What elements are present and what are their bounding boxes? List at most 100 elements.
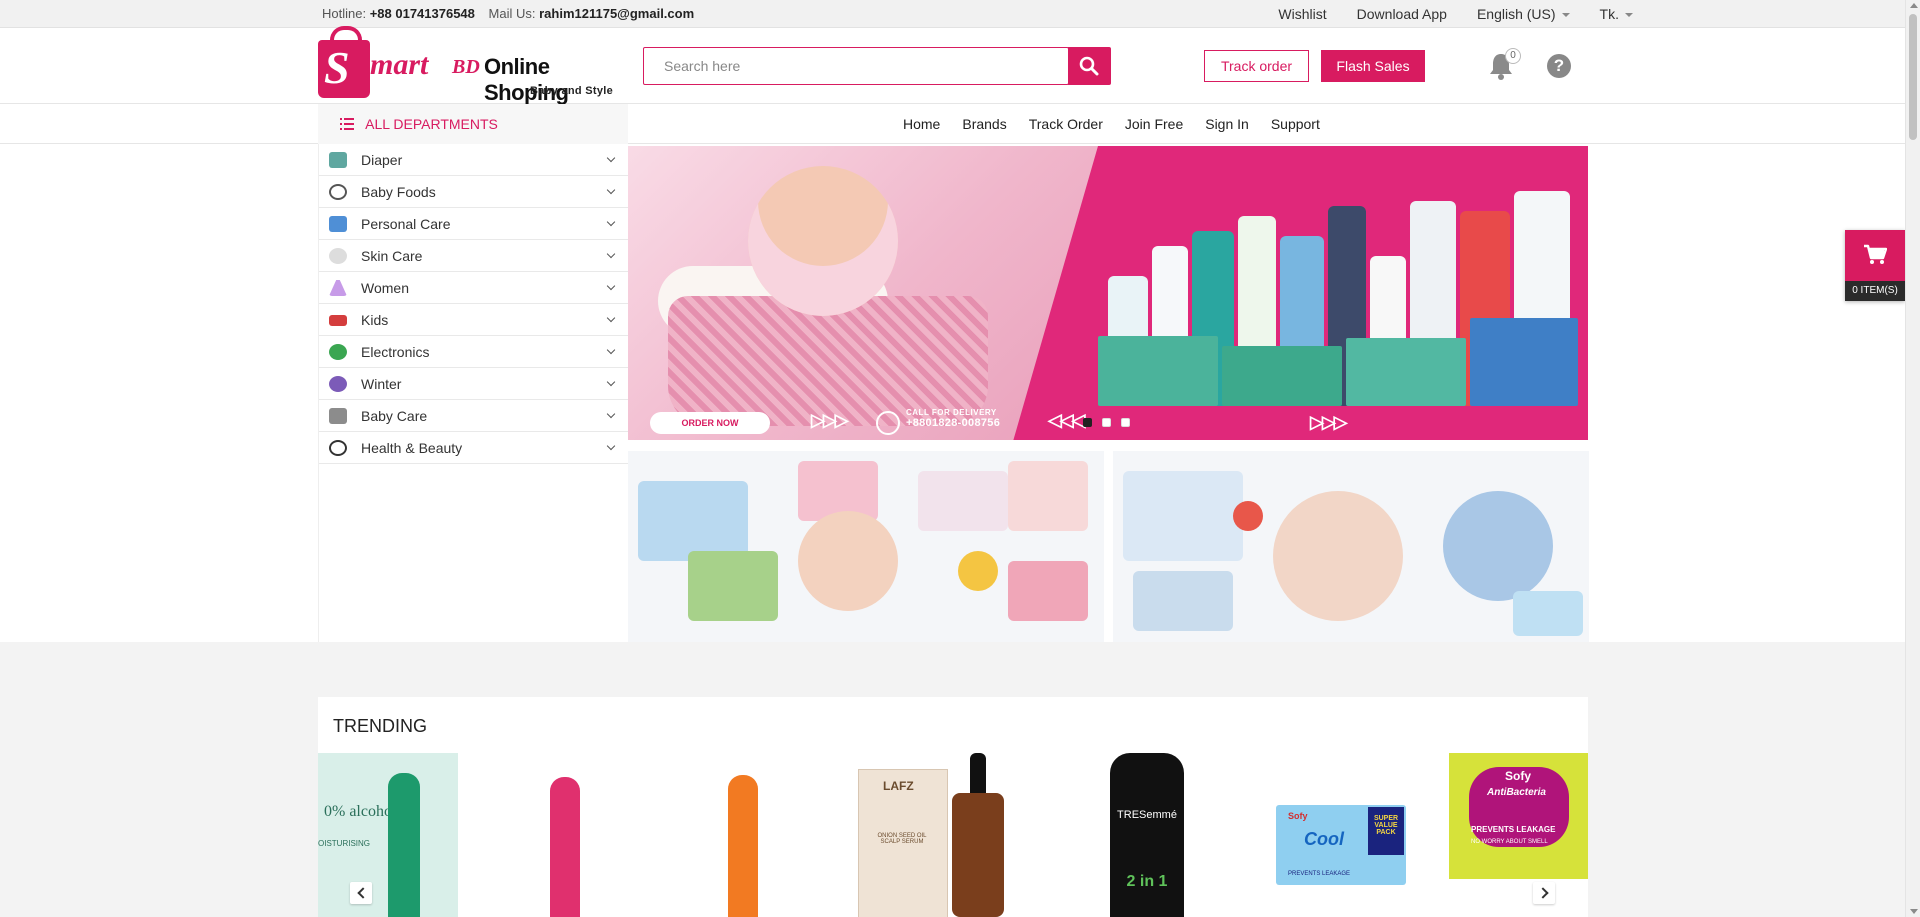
skin-care-icon [329, 248, 347, 264]
product-image [388, 773, 420, 917]
wishlist-link[interactable]: Wishlist [1278, 6, 1326, 22]
toy-image [958, 551, 998, 591]
teddy-bear-image [1443, 491, 1553, 601]
baby-image [1273, 491, 1403, 621]
trending-item[interactable] [494, 753, 634, 917]
logo-tagline: Baby and Style [530, 85, 614, 97]
alcohol-text: 0% alcohol [324, 803, 397, 820]
arrows-decoration: ▷▷▷ [1310, 412, 1348, 432]
sofy-cool-text: Cool [1304, 829, 1344, 849]
sofy-brand-text: Sofy [1288, 811, 1308, 821]
clothes-image [1123, 471, 1243, 561]
order-now-button[interactable]: ORDER NOW [650, 412, 770, 434]
track-order-button[interactable]: Track order [1204, 50, 1309, 82]
slider-dot-1[interactable] [1083, 418, 1092, 427]
hotline-number: +88 01741376548 [369, 6, 475, 21]
trending-item[interactable]: 0% alcohol OISTURISING [318, 753, 458, 917]
top-bar: Hotline: +88 01741376548 Mail Us: rahim1… [0, 0, 1905, 28]
all-departments-button[interactable]: ALL DEPARTMENTS [318, 104, 628, 144]
brand-text: LAFZ [883, 779, 914, 793]
search-input[interactable]: Search here [643, 47, 1069, 85]
category-label: Women [361, 280, 409, 296]
nav-join-free[interactable]: Join Free [1125, 116, 1183, 132]
call-for-delivery: CALL FOR DELIVERY +8801828-008756 [906, 408, 1000, 429]
category-item-health-beauty[interactable]: Health & Beauty [319, 432, 628, 464]
category-item-kids[interactable]: Kids [319, 304, 628, 336]
chevron-down-icon [606, 185, 616, 195]
nav-track-order[interactable]: Track Order [1029, 116, 1103, 132]
arrows-decoration: ▷▷▷ [811, 410, 849, 430]
category-sidebar: Diaper Baby Foods Personal Care Skin Car… [318, 144, 628, 642]
baby-care-icon [329, 408, 347, 424]
category-item-diaper[interactable]: Diaper [319, 144, 628, 176]
category-item-baby-care[interactable]: Baby Care [319, 400, 628, 432]
clothes-image [1513, 591, 1583, 636]
site-logo[interactable]: S mart BD Online Shoping Baby and Style [318, 26, 618, 105]
logo-text-mart: mart [370, 48, 429, 81]
toy-car-icon [329, 315, 347, 326]
arrows-decoration: ◁◁◁ [1048, 410, 1086, 430]
category-label: Kids [361, 312, 389, 328]
category-item-skin-care[interactable]: Skin Care [319, 240, 628, 272]
cart-icon [1864, 244, 1887, 264]
flash-sales-button[interactable]: Flash Sales [1321, 50, 1425, 82]
nav-sign-in[interactable]: Sign In [1205, 116, 1249, 132]
trending-item[interactable]: LAFZ ONION SEED OIL SCALP SERUM [858, 753, 1038, 917]
trending-item[interactable]: TRESemmé 2 in 1 [1058, 753, 1198, 917]
floating-cart[interactable]: 0 ITEM(S) [1845, 230, 1905, 301]
language-label: English (US) [1476, 6, 1556, 22]
trending-item[interactable]: Sofy AntiBacteria PREVENTS LEAKAGE NO WO… [1449, 753, 1588, 917]
category-label: Health & Beauty [361, 440, 463, 456]
trending-item[interactable] [670, 753, 810, 917]
logo-text-bd: BD [452, 56, 480, 78]
nav-links: Home Brands Track Order Join Free Sign I… [903, 116, 1342, 132]
search-button[interactable] [1068, 47, 1111, 85]
nav-brands[interactable]: Brands [962, 116, 1006, 132]
mail-address: rahim121175@gmail.com [539, 6, 695, 21]
trending-item[interactable]: Sofy Cool SUPER VALUE PACK PREVENTS LEAK… [1268, 753, 1408, 917]
trending-next-button[interactable] [1533, 882, 1555, 904]
category-item-women[interactable]: Women [319, 272, 628, 304]
nav-support[interactable]: Support [1271, 116, 1320, 132]
chevron-down-icon [606, 313, 616, 323]
sub-banner-right[interactable] [1113, 451, 1589, 642]
clothes-image [1133, 571, 1233, 631]
header: S mart BD Online Shoping Baby and Style … [0, 26, 1905, 105]
contact-info: Hotline: +88 01741376548 Mail Us: rahim1… [322, 6, 704, 21]
download-app-link[interactable]: Download App [1357, 6, 1447, 22]
category-item-electronics[interactable]: Electronics [319, 336, 628, 368]
sub-banner-left[interactable] [628, 451, 1104, 642]
nav-home[interactable]: Home [903, 116, 940, 132]
main-nav: ALL DEPARTMENTS Home Brands Track Order … [0, 104, 1905, 144]
scroll-up-icon[interactable] [1910, 3, 1918, 8]
dress-icon [329, 280, 347, 296]
scrollbar-thumb[interactable] [1909, 14, 1917, 140]
slider-dot-2[interactable] [1102, 418, 1111, 427]
scroll-down-icon[interactable] [1910, 909, 1918, 914]
product-box [1346, 338, 1466, 406]
product-image [728, 775, 758, 917]
trending-section: TRENDING 0% alcohol OISTURISING LAFZ ONI… [318, 697, 1588, 917]
hotline-label: Hotline: [322, 6, 367, 21]
electronics-icon [329, 344, 347, 360]
help-icon[interactable]: ? [1547, 54, 1571, 78]
product-box [1470, 318, 1578, 406]
chevron-down-icon [1561, 13, 1570, 18]
product-image [550, 777, 580, 917]
category-item-baby-foods[interactable]: Baby Foods [319, 176, 628, 208]
chevron-down-icon [1625, 13, 1633, 18]
value-pack-badge: SUPER VALUE PACK [1368, 807, 1404, 855]
page-scrollbar[interactable] [1905, 0, 1920, 917]
language-select[interactable]: English (US) [1477, 6, 1570, 22]
all-departments-label: ALL DEPARTMENTS [365, 116, 498, 132]
category-item-personal-care[interactable]: Personal Care [319, 208, 628, 240]
currency-select[interactable]: Tk. [1600, 6, 1633, 22]
trending-prev-button[interactable] [350, 882, 372, 904]
slider-dot-3[interactable] [1121, 418, 1130, 427]
cart-count: 0 ITEM(S) [1845, 281, 1905, 301]
category-item-winter[interactable]: Winter [319, 368, 628, 400]
hero-banner[interactable]: ORDER NOW ▷▷▷ CALL FOR DELIVERY +8801828… [628, 146, 1588, 440]
clothes-image [1008, 461, 1088, 531]
slider-dots [1083, 418, 1130, 427]
chevron-down-icon [606, 249, 616, 259]
